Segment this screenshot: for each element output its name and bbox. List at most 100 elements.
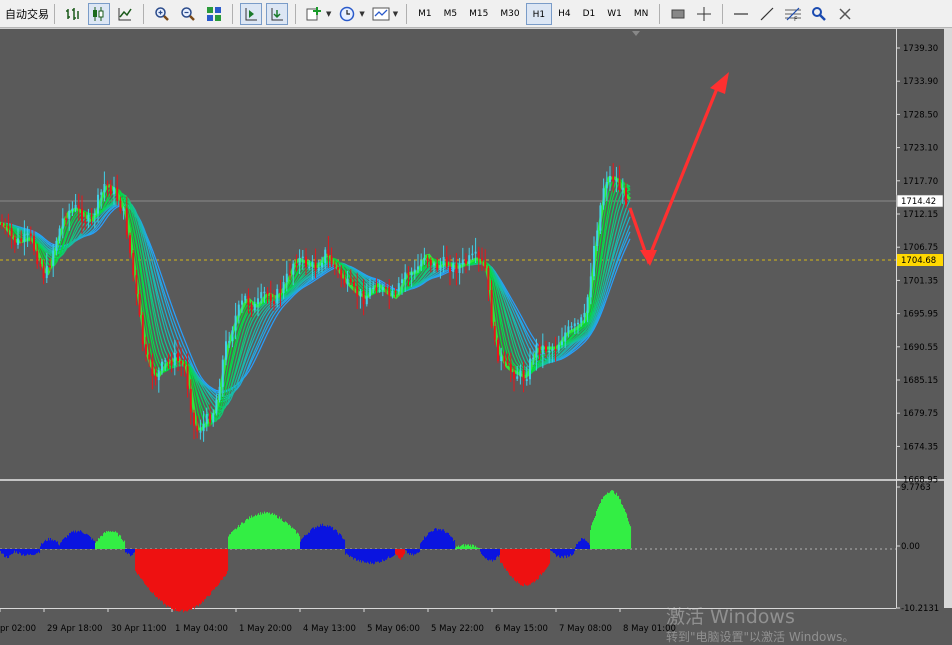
timeframe-mn[interactable]: MN [628,3,655,25]
timeframe-m5[interactable]: M5 [438,3,464,25]
current-price-label: 1714.42 [896,194,944,208]
candle-body [7,226,10,229]
toolbar-separator [143,3,144,24]
line-chart-icon[interactable] [114,3,136,25]
histogram-bar [215,549,217,587]
search-icon[interactable] [808,3,830,25]
chevron-down-icon[interactable]: ▼ [326,10,331,18]
periods-clock-icon[interactable] [336,3,358,25]
histogram-bar [63,538,65,549]
histogram-bar [452,537,454,549]
fibonacci-icon[interactable]: F [782,3,804,25]
histogram-bar [39,549,41,554]
candle-body [506,361,509,364]
histogram-bar [424,536,426,549]
histogram-bar [124,540,126,549]
candle-body [253,303,256,311]
add-indicator-icon[interactable] [303,3,325,25]
timeframe-h1[interactable]: H1 [525,2,553,25]
histogram-bar [170,549,172,607]
svg-text:F: F [794,16,798,22]
histogram-bar [578,541,580,549]
histogram-bar [105,532,107,549]
candlestick-chart-icon[interactable] [88,2,110,25]
zoom-in-icon[interactable] [151,3,173,25]
histogram-bar [259,515,261,549]
histogram-bar [100,536,102,549]
histogram-bar [434,528,436,549]
candle-body [423,258,426,261]
histogram-bar [15,549,17,553]
histogram-bar [35,549,37,555]
histogram-bar [54,540,56,549]
histogram-bar [392,549,394,557]
histogram-bar [396,549,398,556]
histogram-bar [429,532,431,549]
timeframe-m1[interactable]: M1 [412,3,438,25]
price-chart[interactable]: 1739.30 1733.90 1728.50 1723.10 1717.70 1712.… [0,28,952,644]
histogram-bar [96,541,98,549]
histogram-bar [358,549,360,560]
histogram-bar [4,549,6,558]
candle-body [407,272,410,276]
histogram-bar [185,549,187,611]
histogram-bar [465,544,467,549]
histogram-bar [599,504,601,549]
histogram-bar [187,549,189,612]
auto-trading-button[interactable]: 自动交易 [5,6,49,22]
histogram-bar [373,549,375,565]
histogram-bar [201,549,203,604]
histogram-bar [23,549,25,555]
histogram-bar [328,526,330,549]
histogram-bar [573,549,575,554]
cursor-rect-icon[interactable] [667,3,689,25]
histogram-bar [466,545,468,549]
histogram-bar [564,549,566,556]
histogram-bar [354,549,356,558]
histogram-bar [540,549,542,574]
templates-icon[interactable] [370,3,392,25]
settings-icon[interactable] [834,3,856,25]
chevron-down-icon[interactable]: ▼ [359,10,364,18]
timeframe-d1[interactable]: D1 [577,3,602,25]
histogram-bar [331,527,333,549]
timeframe-m30[interactable]: M30 [494,3,525,25]
histogram-bar [364,549,366,563]
candle-body [135,275,138,294]
histogram-bar [70,533,72,549]
histogram-bar [432,531,434,549]
horizontal-line-icon[interactable] [730,3,752,25]
histogram-bar [163,549,165,605]
candle-body [535,344,538,358]
chart-canvas[interactable]: 1739.30 1733.90 1728.50 1723.10 1717.70 1712.… [0,28,952,638]
price-tick-label: 1739.30 [903,44,938,54]
chart-shift-icon[interactable] [240,2,262,25]
candle-body [106,184,109,186]
timeframe-m15[interactable]: M15 [463,3,494,25]
histogram-bar [270,514,272,549]
histogram-bar [127,549,129,554]
histogram-bar [233,530,235,549]
histogram-bar [291,528,293,549]
histogram-bar [321,525,323,549]
histogram-bar [492,549,494,562]
histogram-bar [480,549,482,552]
tile-windows-icon[interactable] [203,3,225,25]
histogram-bar [97,541,99,549]
histogram-bar [239,527,241,549]
bar-chart-icon[interactable] [62,3,84,25]
crosshair-icon[interactable] [693,3,715,25]
candle-body [509,363,512,372]
histogram-bar [191,549,193,610]
timeframe-h4[interactable]: H4 [552,3,577,25]
autoscroll-icon[interactable] [266,2,288,25]
zoom-out-icon[interactable] [177,3,199,25]
timeframe-w1[interactable]: W1 [601,3,628,25]
histogram-bar [579,541,581,549]
candle-body [593,246,595,277]
candle-body [279,288,282,293]
histogram-bar [102,536,104,549]
chevron-down-icon[interactable]: ▼ [393,10,398,18]
trendline-icon[interactable] [756,3,778,25]
histogram-bar [391,549,393,558]
